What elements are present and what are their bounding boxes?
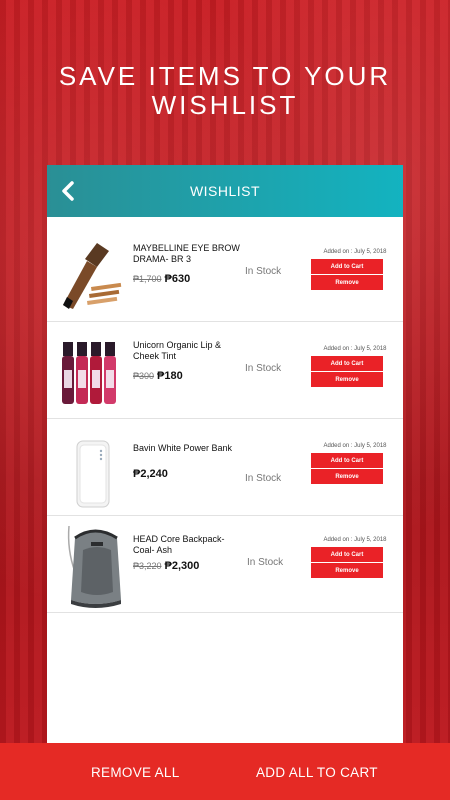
power-bank-image [76,440,110,508]
backpack-image [67,525,121,608]
page-title: WISHLIST [189,183,261,199]
item-price: ₱1,700 ₱630 [133,273,190,285]
wishlist-item: HEAD Core Backpack- Coal- Ash ₱3,220 ₱2,3… [47,516,403,613]
headline-line-1: SAVE ITEMS TO YOUR [58,61,392,91]
wishlist-card: WISHLIST MAYBELLINE EYE BROW DRAMA- BR 3… [47,165,403,800]
headline-line-2: WISHLIST [151,90,299,121]
item-price: ₱3,220 ₱2,300 [133,560,199,572]
added-date: Added on : July 5, 2018 [323,443,387,449]
add-to-cart-button[interactable]: Add to Cart [311,356,383,371]
wishlist-item: MAYBELLINE EYE BROW DRAMA- BR 3 ₱1,700 ₱6… [47,225,403,322]
remove-button[interactable]: Remove [311,563,383,578]
item-current-price: ₱2,240 [133,468,168,480]
item-price: ₱300 ₱180 [133,370,183,382]
stock-status: In Stock [247,557,284,568]
wishlist-item: Bavin White Power Bank ₱2,240 In Stock A… [47,419,403,516]
item-old-price: ₱300 [133,371,155,381]
add-to-cart-button[interactable]: Add to Cart [311,547,383,562]
eyebrow-pencil-image [63,243,122,309]
item-current-price: ₱630 [164,273,191,285]
item-name[interactable]: Bavin White Power Bank [133,443,243,454]
wishlist-item: Unicorn Organic Lip & Cheek Tint ₱300 ₱18… [47,322,403,419]
item-old-price: ₱1,700 [133,274,162,284]
item-name[interactable]: Unicorn Organic Lip & Cheek Tint [133,340,243,362]
remove-button[interactable]: Remove [311,469,383,484]
item-name[interactable]: MAYBELLINE EYE BROW DRAMA- BR 3 [133,243,243,265]
stock-status: In Stock [245,266,282,277]
added-date: Added on : July 5, 2018 [323,537,387,543]
stock-status: In Stock [245,473,282,484]
remove-all-button[interactable]: REMOVE ALL [91,765,180,780]
remove-button[interactable]: Remove [311,372,383,387]
promo-headline: SAVE ITEMS TO YOUR WISHLIST [0,61,450,121]
add-to-cart-button[interactable]: Add to Cart [311,453,383,468]
item-name[interactable]: HEAD Core Backpack- Coal- Ash [133,534,243,556]
item-price: ₱2,240 [133,468,168,480]
add-all-to-cart-button[interactable]: ADD ALL TO CART [256,765,378,780]
wishlist-header: WISHLIST [47,165,403,217]
bottom-action-bar: REMOVE ALL ADD ALL TO CART [0,743,450,800]
item-old-price: ₱3,220 [133,561,162,571]
item-current-price: ₱2,300 [164,560,200,572]
added-date: Added on : July 5, 2018 [323,249,387,255]
lip-tint-image [62,342,116,404]
add-to-cart-button[interactable]: Add to Cart [311,259,383,274]
stock-status: In Stock [245,363,282,374]
item-current-price: ₱180 [157,370,183,382]
added-date: Added on : July 5, 2018 [323,346,387,352]
remove-button[interactable]: Remove [311,275,383,290]
